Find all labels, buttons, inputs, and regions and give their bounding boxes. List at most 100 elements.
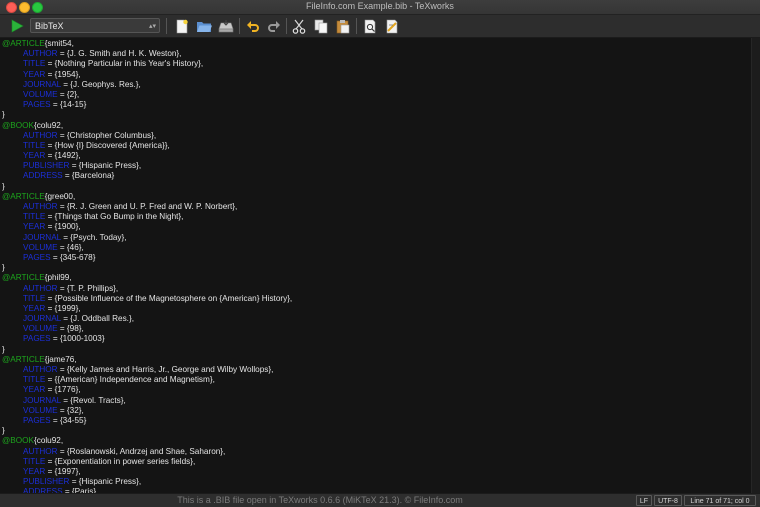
cut-button[interactable] (290, 17, 308, 35)
field-name: JOURNAL (23, 314, 61, 324)
entry-close: } (2, 426, 5, 436)
copy-button[interactable] (312, 17, 330, 35)
field-name: TITLE (23, 293, 46, 303)
code-line: YEAR = {1776}, (2, 385, 752, 395)
code-line: VOLUME = {32}, (2, 406, 752, 416)
code-editor[interactable]: @ARTICLE{smit54, AUTHOR = {J. G. Smith an… (0, 38, 752, 493)
field-value: = {How {I} Discovered {America}}, (45, 140, 170, 150)
code-line: VOLUME = {98}, (2, 324, 752, 334)
code-line: ADDRESS = {Barcelona} (2, 171, 752, 181)
field-value: = {Revol. Tracts}, (60, 395, 126, 405)
field-value: = {{American} Independence and Magnetism… (45, 375, 215, 385)
field-name: TITLE (23, 59, 46, 69)
line-ending-indicator[interactable]: LF (636, 495, 652, 506)
code-line: TITLE = {Possible Influence of the Magne… (2, 294, 752, 304)
field-value: = {1776}, (45, 385, 81, 395)
code-line: TITLE = {Exponentiation in power series … (2, 457, 752, 467)
field-value: = {Hispanic Press}, (69, 161, 142, 171)
field-value: = {1999}, (45, 303, 81, 313)
texworks-window: FileInfo.com Example.bib - TeXworks BibT… (0, 0, 760, 507)
code-line: } (2, 345, 752, 355)
entry-key: {colu92, (33, 436, 64, 446)
code-line: AUTHOR = {R. J. Green and U. P. Fred and… (2, 202, 752, 212)
field-name: PAGES (23, 100, 51, 110)
redo-icon (268, 21, 280, 32)
code-line: YEAR = {1900}, (2, 222, 752, 232)
field-name: AUTHOR (23, 283, 58, 293)
code-line: TITLE = {How {I} Discovered {America}}, (2, 141, 752, 151)
code-line: JOURNAL = {Revol. Tracts}, (2, 396, 752, 406)
code-line: @ARTICLE{smit54, (2, 39, 752, 49)
toolbar: BibTeX ▴▾ (0, 15, 760, 38)
entry-key: {colu92, (33, 120, 64, 130)
entry-key: {smit54, (44, 39, 74, 48)
field-value: = {1954}, (45, 69, 81, 79)
entry-key: {phil99, (44, 273, 72, 283)
redo-button[interactable] (265, 17, 283, 35)
field-name: YEAR (23, 385, 46, 395)
code-line: TITLE = {Things that Go Bump in the Nigh… (2, 212, 752, 222)
chevron-updown-icon: ▴▾ (148, 23, 156, 30)
code-line: AUTHOR = {J. G. Smith and H. K. Weston}, (2, 49, 752, 59)
field-name: YEAR (23, 151, 46, 161)
field-value: = {14-15} (50, 100, 87, 110)
save-button[interactable] (217, 17, 235, 35)
field-name: JOURNAL (23, 395, 61, 405)
code-line: } (2, 182, 752, 192)
field-value: = {T. P. Phillips}, (57, 283, 119, 293)
field-name: PUBLISHER (23, 477, 70, 487)
field-value: = {Barcelona} (62, 171, 115, 181)
paste-button[interactable] (334, 17, 352, 35)
field-value: = {Exponentiation in power series fields… (45, 456, 196, 466)
field-value: = {Possible Influence of the Magnetosphe… (45, 293, 293, 303)
editor-scrollbar[interactable] (751, 38, 760, 493)
engine-select[interactable]: BibTeX ▴▾ (30, 18, 160, 33)
folder-open-icon (197, 21, 212, 32)
find-icon (364, 19, 376, 33)
code-line: @ARTICLE{gree00, (2, 192, 752, 202)
entry-type: @BOOK (2, 436, 34, 446)
code-line: YEAR = {1999}, (2, 304, 752, 314)
code-line: JOURNAL = {Psych. Today}, (2, 233, 752, 243)
field-name: AUTHOR (23, 130, 58, 140)
field-name: YEAR (23, 303, 46, 313)
entry-type: @ARTICLE (2, 191, 45, 201)
field-name: PUBLISHER (23, 161, 70, 171)
field-name: AUTHOR (23, 49, 58, 59)
field-name: AUTHOR (23, 446, 58, 456)
toolbar-separator (286, 18, 287, 34)
code-line: YEAR = {1492}, (2, 151, 752, 161)
toolbar-separator (166, 18, 167, 34)
field-value: = {345-678} (50, 252, 96, 262)
replace-button[interactable] (383, 17, 401, 35)
field-value: = {Psych. Today}, (60, 232, 127, 242)
code-line: AUTHOR = {Kelly James and Harris, Jr., G… (2, 365, 752, 375)
code-line: @BOOK{colu92, (2, 121, 752, 131)
find-button[interactable] (361, 17, 379, 35)
typeset-button[interactable] (8, 17, 26, 35)
field-value: = {Christopher Columbus}, (57, 130, 157, 140)
field-value: = {32}, (57, 405, 84, 415)
field-value: = {Roslanowski, Andrzej and Shae, Saharo… (57, 446, 226, 456)
code-line: } (2, 263, 752, 273)
field-name: TITLE (23, 140, 46, 150)
open-button[interactable] (195, 17, 213, 35)
encoding-indicator[interactable]: UTF-8 (654, 495, 682, 506)
copy-icon (314, 19, 328, 33)
window-title: FileInfo.com Example.bib - TeXworks (306, 1, 454, 11)
engine-select-value: BibTeX (35, 21, 64, 31)
field-value: = {1997}, (45, 466, 81, 476)
field-name: PAGES (23, 334, 51, 344)
cursor-position[interactable]: Line 71 of 71; col 0 (684, 495, 756, 506)
entry-type: @BOOK (2, 120, 34, 130)
undo-button[interactable] (244, 17, 262, 35)
code-line: AUTHOR = {T. P. Phillips}, (2, 284, 752, 294)
entry-key: {jame76, (44, 354, 77, 364)
field-value: = {1900}, (45, 222, 81, 232)
field-value: = {1000-1003} (50, 334, 105, 344)
field-value: = {J. Geophys. Res.}, (60, 79, 141, 89)
title-bar: FileInfo.com Example.bib - TeXworks (0, 0, 760, 15)
field-name: TITLE (23, 456, 46, 466)
new-document-button[interactable] (173, 17, 191, 35)
field-name: YEAR (23, 466, 46, 476)
